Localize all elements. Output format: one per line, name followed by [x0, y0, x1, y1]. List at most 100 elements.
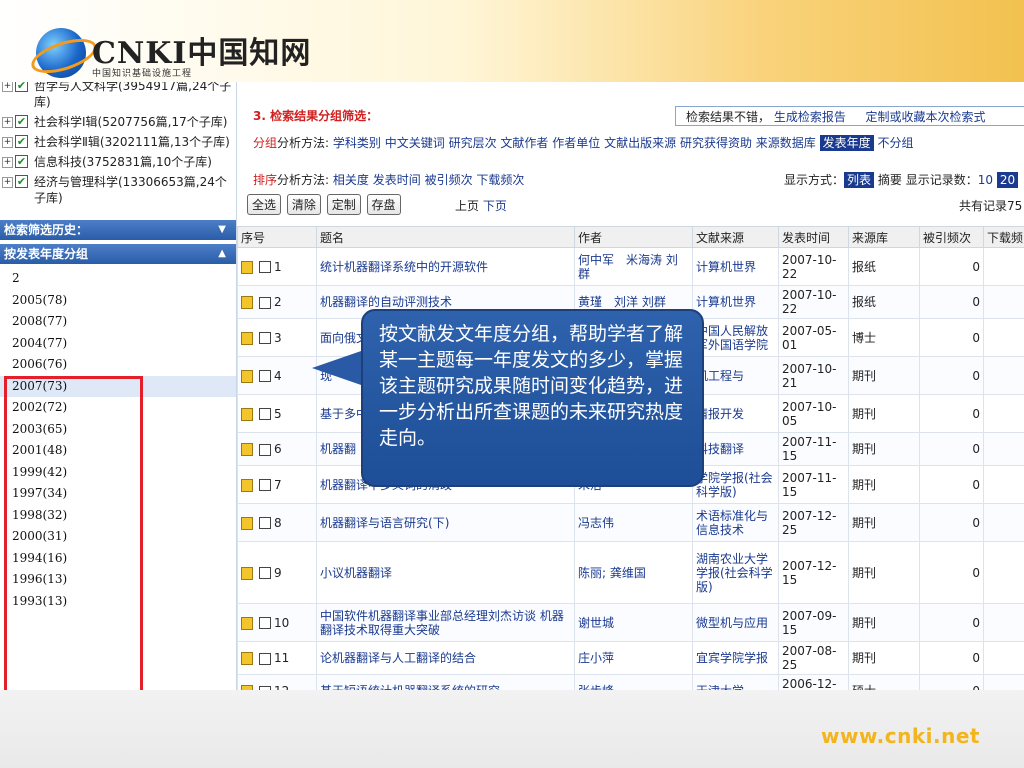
source-cell[interactable]: 天津大学 [692, 674, 779, 690]
table-row[interactable]: 8 机器翻译与语言研究(下) 冯志伟 术语标准化与信息技术 2007-12-25 期刊 0 [237, 503, 1024, 542]
source-cell[interactable]: 科技翻译 [692, 432, 779, 466]
document-icon[interactable] [241, 260, 253, 274]
sort-option[interactable]: 被引频次 [425, 173, 473, 187]
col-header[interactable]: 下载频 [983, 226, 1024, 248]
table-row[interactable]: 11 论机器翻译与人工翻译的结合 庄小萍 宜宾学院学报 2007-08-25 期刊 0 [237, 641, 1024, 675]
source-cell[interactable]: 计算机世界 [692, 285, 779, 319]
generate-report-link[interactable]: 生成检索报告 [774, 110, 846, 124]
document-icon[interactable] [241, 369, 253, 383]
table-row[interactable]: 10 中国软件机器翻译事业部总经理刘杰访谈 机器翻译技术取得重大突破 谢世城 微型机与… [237, 603, 1024, 642]
title-text[interactable]: 与语言研究(下) [368, 516, 449, 530]
list-mode-option[interactable]: 列表 [844, 172, 875, 188]
source-cell[interactable]: 中国人民解放军外国语学院 [692, 318, 779, 357]
row-checkbox[interactable] [259, 517, 271, 529]
collapse-arrow-icon[interactable]: ▼ [218, 220, 226, 240]
title-cell[interactable]: 基于短语统计机器翻译系统的研究 [316, 674, 575, 690]
source-cell[interactable]: 微型机与应用 [692, 603, 779, 642]
sort-option[interactable]: 发表时间 [373, 173, 421, 187]
title-keyword[interactable]: 机器翻译 [320, 516, 368, 530]
col-header[interactable]: 序号 [237, 226, 317, 248]
title-text[interactable]: 与人工翻译的结合 [380, 651, 476, 665]
checkbox[interactable]: ✔ [15, 82, 28, 92]
group-option[interactable]: 作者单位 [552, 136, 600, 150]
title-keyword[interactable]: 机器翻译 [320, 295, 368, 309]
author-cell[interactable]: 陈丽; 龚维国 [574, 541, 693, 604]
source-cell[interactable]: 情报开发 [692, 394, 779, 433]
category-item[interactable]: + ✔ 社会科学Ⅰ辑(5207756篇,17个子库) [0, 112, 236, 132]
title-keyword[interactable]: 机器翻译 [344, 260, 392, 274]
group-option[interactable]: 学科类别 [333, 136, 381, 150]
no-group-option[interactable]: 不分组 [877, 136, 913, 150]
group-header[interactable]: 按发表年度分组 ▲ [0, 244, 236, 264]
expand-icon[interactable]: + [2, 137, 13, 148]
category-item[interactable]: + ✔ 社会科学Ⅱ辑(3202111篇,13个子库) [0, 132, 236, 152]
count-option-selected[interactable]: 20 [996, 172, 1019, 188]
col-header[interactable]: 发表时间 [778, 226, 849, 248]
category-item[interactable]: + ✔ 经济与管理科学(13306653篇,24个子库) [0, 172, 236, 208]
col-header[interactable]: 来源库 [848, 226, 920, 248]
document-icon[interactable] [241, 516, 253, 530]
col-header[interactable]: 被引频次 [919, 226, 984, 248]
year-item[interactable]: 2008(77) [8, 311, 236, 333]
title-text[interactable]: 中国软件 [320, 609, 368, 623]
checkbox[interactable]: ✔ [15, 175, 28, 188]
col-header[interactable]: 题名 [316, 226, 575, 248]
abstract-mode-option[interactable]: 摘要 [878, 173, 902, 187]
source-cell[interactable]: 计算机世界 [692, 247, 779, 286]
table-row[interactable]: 1 统计机器翻译系统中的开源软件 何中军 米海涛 刘群 计算机世界 2007-10-22… [237, 247, 1024, 286]
count-option[interactable]: 10 [978, 173, 993, 187]
col-header[interactable]: 作者 [574, 226, 693, 248]
title-text[interactable]: 论 [320, 651, 332, 665]
customize-button[interactable]: 定制 [326, 194, 361, 215]
source-cell[interactable]: 湖南农业大学学报(社会科学版) [692, 541, 779, 604]
title-text[interactable]: 的自动评测技术 [368, 295, 452, 309]
save-query-link[interactable]: 定制或收藏本次检索式 [866, 110, 986, 124]
document-icon[interactable] [241, 407, 253, 421]
expand-icon[interactable]: + [2, 177, 13, 188]
year-item[interactable]: 2004(77) [8, 333, 236, 355]
row-checkbox[interactable] [259, 617, 271, 629]
title-cell[interactable]: 统计机器翻译系统中的开源软件 [316, 247, 575, 286]
select-all-button[interactable]: 全选 [247, 194, 282, 215]
site-url[interactable]: www.cnki.net [821, 724, 980, 748]
source-cell[interactable]: 学院学报(社会科学版) [692, 465, 779, 504]
year-item[interactable]: 2005(78) [8, 290, 236, 312]
year-item[interactable]: 2 [8, 268, 236, 290]
title-text[interactable]: 小议 [320, 566, 344, 580]
title-cell[interactable]: 论机器翻译与人工翻译的结合 [316, 641, 575, 675]
title-keyword[interactable]: 机器翻译 [320, 478, 368, 492]
sort-option[interactable]: 相关度 [333, 173, 369, 187]
group-option[interactable]: 中文关键词 [385, 136, 445, 150]
row-checkbox[interactable] [259, 296, 271, 309]
row-checkbox[interactable] [259, 652, 271, 665]
group-option[interactable]: 文献作者 [500, 136, 548, 150]
document-icon[interactable] [241, 566, 253, 580]
source-cell[interactable]: 机工程与 [692, 356, 779, 395]
expand-icon[interactable]: + [2, 117, 13, 128]
prev-page-link[interactable]: 上页 [455, 199, 479, 213]
author-cell[interactable]: 张步峰 [574, 674, 693, 690]
title-keyword[interactable]: 机器翻译 [332, 651, 380, 665]
title-keyword[interactable]: 机器翻 [320, 442, 356, 456]
group-option[interactable]: 研究获得资助 [680, 136, 752, 150]
title-cell[interactable]: 机器翻译与语言研究(下) [316, 503, 575, 542]
expand-arrow-icon[interactable]: ▲ [218, 244, 226, 264]
document-icon[interactable] [241, 443, 253, 456]
year-item[interactable]: 2006(76) [8, 354, 236, 376]
source-cell[interactable]: 宜宾学院学报 [692, 641, 779, 675]
table-row[interactable]: 12基于短语统计机器翻译系统的研究张步峰天津大学2006-12-01硕士0 [237, 674, 1024, 690]
group-option[interactable]: 来源数据库 [756, 136, 816, 150]
cnki-logo[interactable]: CNKI中国知网 中国知识基础设施工程 [27, 28, 310, 80]
document-icon[interactable] [241, 331, 253, 345]
save-button[interactable]: 存盘 [366, 194, 401, 215]
group-option[interactable]: 研究层次 [449, 136, 497, 150]
expand-icon[interactable]: + [2, 82, 13, 92]
row-checkbox[interactable] [259, 443, 271, 456]
checkbox[interactable]: ✔ [15, 155, 28, 168]
col-header[interactable]: 文献来源 [692, 226, 779, 248]
group-option[interactable]: 文献出版来源 [604, 136, 676, 150]
checkbox[interactable]: ✔ [15, 135, 28, 148]
title-keyword[interactable]: 机器翻译 [344, 566, 392, 580]
title-cell[interactable]: 小议机器翻译 [316, 541, 575, 604]
title-keyword[interactable]: 机器翻译 [368, 609, 416, 623]
